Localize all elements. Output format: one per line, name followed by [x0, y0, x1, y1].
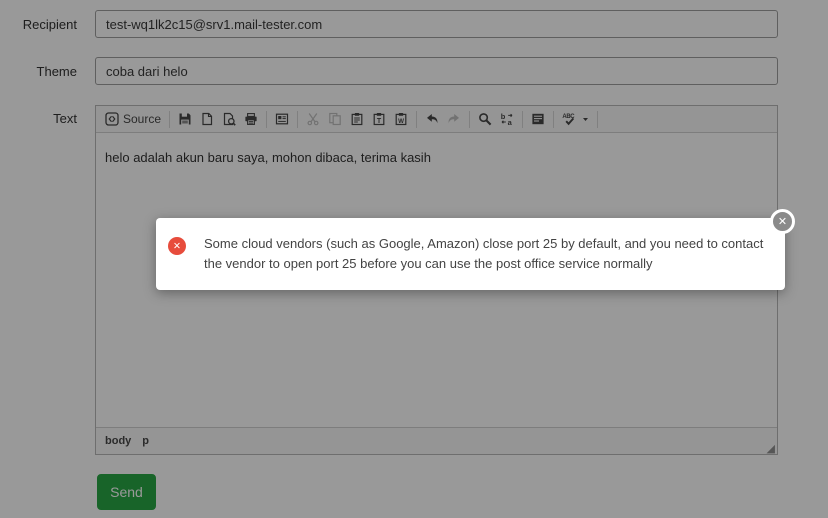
- error-message: Some cloud vendors (such as Google, Amaz…: [204, 236, 764, 271]
- compose-email-page: Recipient Theme Text Source: [0, 0, 828, 518]
- close-icon: ✕: [777, 215, 788, 228]
- close-button[interactable]: ✕: [770, 209, 795, 234]
- error-icon: ✕: [168, 237, 186, 255]
- error-dialog: ✕ ✕ Some cloud vendors (such as Google, …: [156, 209, 795, 290]
